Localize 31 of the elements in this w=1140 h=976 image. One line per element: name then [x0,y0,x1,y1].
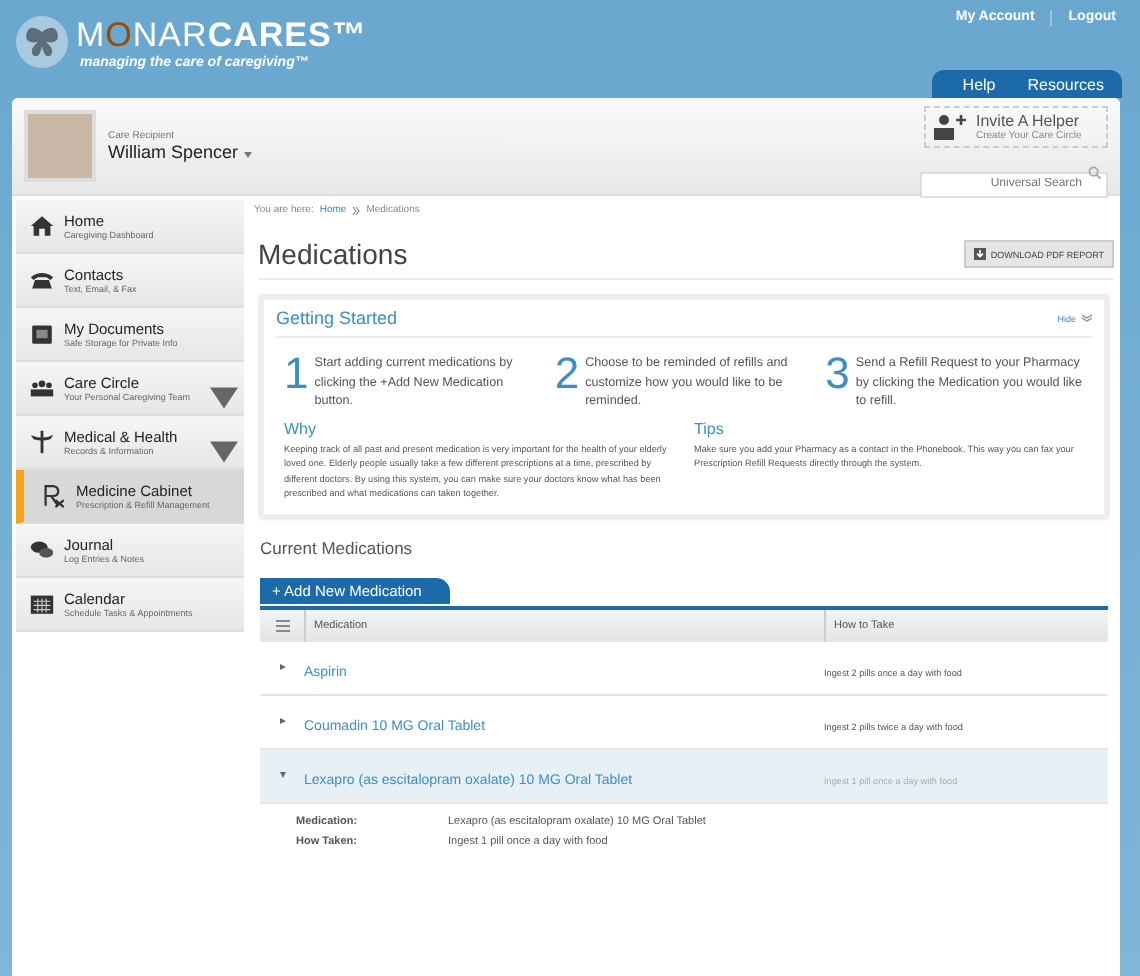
expand-arrow-icon[interactable] [279,718,285,724]
menu-icon[interactable] [275,619,289,631]
step-number: 1 [284,354,309,394]
photo-placeholder [24,110,96,182]
expand-arrow-icon[interactable] [279,664,285,670]
page-title: Medications [258,238,408,270]
top-tab[interactable]: Help [956,74,1002,96]
note-title: Tips [694,419,726,437]
recipient-dropdown[interactable]: William Spencer [108,142,252,162]
caret-icon [243,152,252,158]
add-person-icon [934,113,966,141]
card-title: Getting Started [276,308,398,328]
section-title: Current Medications [260,537,415,557]
note-title: Why [284,419,318,437]
chevron-icon [352,205,361,215]
home-icon [28,212,56,240]
download-icon [974,248,987,260]
caret-icon[interactable] [210,384,238,412]
documents-icon [28,320,56,348]
step-number: 2 [554,354,580,394]
caduceus-icon [28,428,56,456]
butterfly-logo-icon [16,16,68,68]
collapse-arrow-icon[interactable] [279,772,285,778]
rx-icon [40,482,68,510]
calendar-icon [28,590,56,618]
top-tab[interactable]: Resources [1021,74,1110,96]
step-number: 3 [825,354,850,394]
collapse-icon [1082,314,1092,322]
caret-icon[interactable] [210,438,238,466]
logo-text: MONARCARES™ [76,16,367,55]
chat-icon [28,536,56,564]
